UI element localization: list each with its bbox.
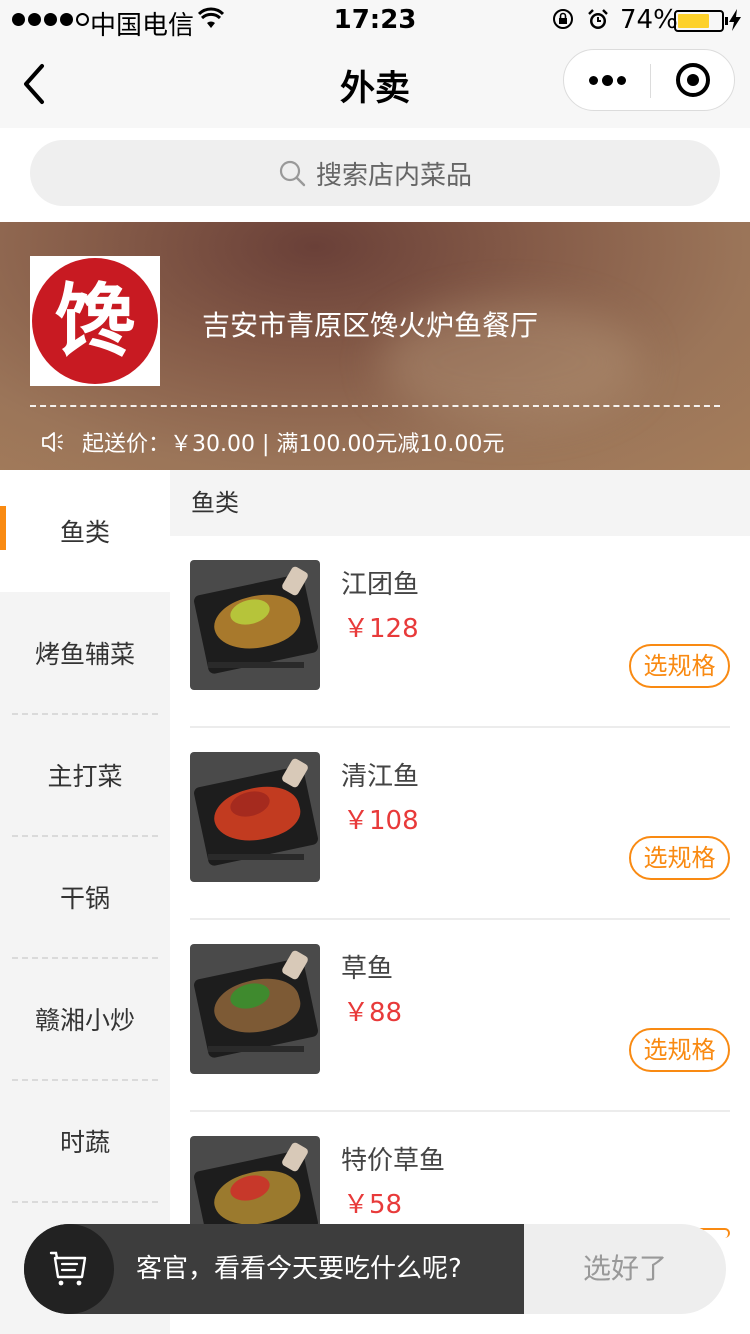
dish-image[interactable] — [190, 560, 320, 690]
category-item-fish[interactable]: 鱼类 — [0, 470, 170, 592]
dish-item: 草鱼 ￥88 选规格 — [170, 920, 750, 1112]
category-sidebar: 鱼类 烤鱼辅菜 主打菜 干锅 赣湘小炒 时蔬 — [0, 470, 170, 1334]
dish-price: ￥88 — [343, 998, 403, 1028]
search-input[interactable]: 搜索店内菜品 — [30, 140, 720, 206]
category-divider — [12, 1201, 158, 1203]
dish-name[interactable]: 草鱼 — [341, 948, 393, 985]
dish-price: ￥108 — [343, 806, 419, 836]
cart-bar: 客官，看看今天要吃什么呢? 选好了 — [24, 1224, 726, 1314]
status-bar: 中国电信 17:23 74% — [0, 0, 750, 41]
shop-name: 吉安市青原区馋火炉鱼餐厅 — [202, 309, 539, 342]
dish-name[interactable]: 江团鱼 — [341, 564, 419, 601]
select-spec-button[interactable]: 选规格 — [629, 644, 730, 688]
dish-image[interactable] — [190, 752, 320, 882]
dish-name[interactable]: 清江鱼 — [341, 756, 419, 793]
rotation-lock-icon — [553, 9, 573, 29]
search-bar: 搜索店内菜品 — [0, 128, 750, 222]
cart-icon[interactable] — [24, 1224, 114, 1314]
battery-icon — [674, 10, 728, 32]
close-target-icon[interactable] — [676, 63, 710, 97]
dish-item: 清江鱼 ￥108 选规格 — [170, 728, 750, 920]
dish-name[interactable]: 特价草鱼 — [341, 1140, 445, 1177]
charging-icon — [729, 9, 741, 31]
search-icon — [279, 160, 306, 187]
shop-logo: 馋 — [30, 256, 160, 386]
dish-item: 江团鱼 ￥128 选规格 — [170, 536, 750, 728]
category-item-dry-pot[interactable]: 干锅 — [0, 836, 170, 958]
category-item-stir-fry[interactable]: 赣湘小炒 — [0, 958, 170, 1080]
nav-bar: 外卖 — [0, 40, 750, 128]
speaker-icon — [42, 432, 63, 452]
dish-image[interactable] — [190, 944, 320, 1074]
cart-message: 客官，看看今天要吃什么呢? — [136, 1254, 462, 1284]
shop-banner: 馋 吉安市青原区馋火炉鱼餐厅 起送价：￥30.00 | 满100.00元减10.… — [0, 222, 750, 470]
category-item-signature[interactable]: 主打菜 — [0, 714, 170, 836]
select-spec-button[interactable]: 选规格 — [629, 1028, 730, 1072]
section-header: 鱼类 — [170, 470, 750, 536]
capsule-divider — [650, 64, 651, 98]
alarm-icon — [588, 9, 608, 29]
mini-program-capsule — [563, 49, 735, 111]
category-item-grilled-fish-sides[interactable]: 烤鱼辅菜 — [0, 592, 170, 714]
select-spec-button[interactable]: 选规格 — [629, 836, 730, 880]
banner-divider — [30, 405, 720, 407]
more-dots-icon[interactable] — [564, 50, 650, 110]
category-item-vegetables[interactable]: 时蔬 — [0, 1080, 170, 1202]
dish-price: ￥58 — [343, 1190, 403, 1220]
battery-percent: 74% — [620, 5, 678, 35]
shop-notice: 起送价：￥30.00 | 满100.00元减10.00元 — [40, 426, 504, 458]
notice-text: 起送价：￥30.00 | 满100.00元减10.00元 — [82, 432, 505, 457]
dish-price: ￥128 — [343, 614, 419, 644]
checkout-button[interactable]: 选好了 — [524, 1224, 726, 1314]
search-placeholder: 搜索店内菜品 — [315, 160, 472, 191]
